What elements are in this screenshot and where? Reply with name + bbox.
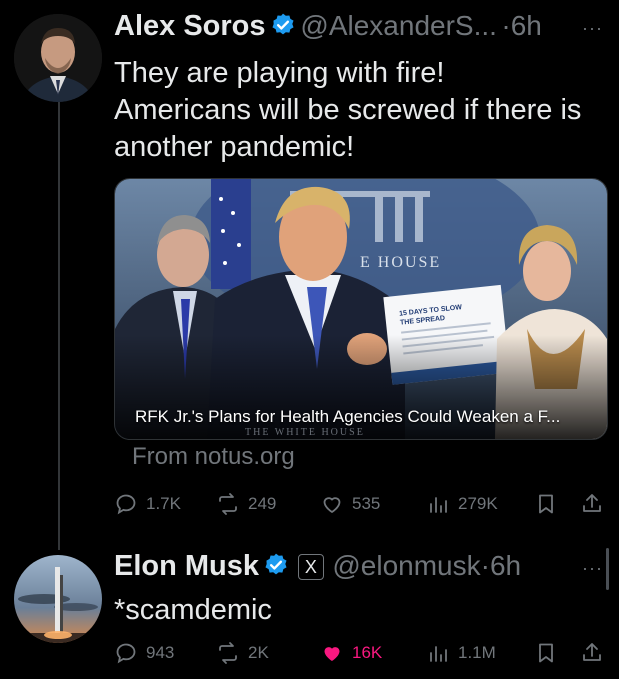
more-options-icon[interactable]: ··· xyxy=(582,558,603,579)
reply-button[interactable]: 943 xyxy=(114,641,174,665)
share-icon xyxy=(583,643,601,661)
views-button[interactable]: 279K xyxy=(426,492,498,516)
scrollbar[interactable] xyxy=(606,548,609,590)
repost-icon xyxy=(219,642,237,664)
heart-filled-icon xyxy=(324,647,340,661)
link-card[interactable]: E HOUSE 15 DAYS TO SLOW THE SPREAD THE xyxy=(114,178,608,440)
tweet-time[interactable]: 6h xyxy=(511,10,542,41)
card-source[interactable]: From notus.org xyxy=(132,443,295,471)
reply-count: 1.7K xyxy=(146,494,181,513)
tweet-header: Elon Musk X @elonmusk·6h xyxy=(114,550,521,583)
views-button[interactable]: 1.1M xyxy=(426,641,496,665)
bookmark-icon xyxy=(539,494,553,514)
verified-badge-icon xyxy=(265,553,287,575)
author-name[interactable]: Alex Soros xyxy=(114,10,266,42)
tweet-text-line: They are playing with fire! xyxy=(114,57,445,89)
views-count: 1.1M xyxy=(458,643,496,662)
separator-dot: · xyxy=(501,10,511,41)
share-button[interactable] xyxy=(580,641,612,665)
tweet-text-line: Americans will be screwed if there is xyxy=(114,94,582,126)
heart-icon xyxy=(323,497,341,513)
tweet-time[interactable]: 6h xyxy=(490,550,521,581)
tweet-text: *scamdemic xyxy=(114,594,272,626)
card-headline: RFK Jr.'s Plans for Health Agencies Coul… xyxy=(135,407,561,426)
separator-dot: · xyxy=(480,550,490,581)
tweet-text-line: another pandemic! xyxy=(114,131,355,163)
svg-text:THE WHITE HOUSE: THE WHITE HOUSE xyxy=(245,427,365,438)
share-icon xyxy=(583,494,601,512)
verified-badge-icon xyxy=(272,13,294,35)
author-handle[interactable]: @elonmusk xyxy=(332,550,480,581)
author-handle[interactable]: @AlexanderS... xyxy=(300,10,497,41)
avatar[interactable] xyxy=(14,555,102,643)
like-count: 16K xyxy=(352,643,383,662)
repost-icon xyxy=(219,493,237,515)
like-button[interactable]: 535 xyxy=(320,492,380,516)
repost-count: 249 xyxy=(248,494,277,513)
tweet-text: They are playing with fire! Americans wi… xyxy=(114,55,609,166)
bookmark-button[interactable] xyxy=(534,492,566,516)
bookmark-icon xyxy=(539,643,553,663)
reply-button[interactable]: 1.7K xyxy=(114,492,181,516)
repost-count: 2K xyxy=(248,643,269,662)
views-count: 279K xyxy=(458,494,498,513)
reply-count: 943 xyxy=(146,643,175,662)
like-button[interactable]: 16K xyxy=(320,641,382,665)
repost-button[interactable]: 249 xyxy=(216,492,276,516)
card-image: E HOUSE 15 DAYS TO SLOW THE SPREAD THE xyxy=(115,179,607,439)
views-icon xyxy=(430,497,447,513)
author-name[interactable]: Elon Musk xyxy=(114,550,259,582)
avatar[interactable] xyxy=(14,14,102,102)
reply-icon xyxy=(116,643,136,664)
affiliation-badge-icon[interactable]: X xyxy=(297,554,324,580)
share-button[interactable] xyxy=(580,492,612,516)
tweet-header: Alex Soros @AlexanderS... ·6h xyxy=(114,10,542,43)
reply-icon xyxy=(116,494,136,515)
thread-connector xyxy=(58,100,60,550)
repost-button[interactable]: 2K xyxy=(216,641,269,665)
like-count: 535 xyxy=(352,494,381,513)
views-icon xyxy=(430,646,447,662)
more-options-icon[interactable]: ··· xyxy=(582,18,603,39)
bookmark-button[interactable] xyxy=(534,641,566,665)
